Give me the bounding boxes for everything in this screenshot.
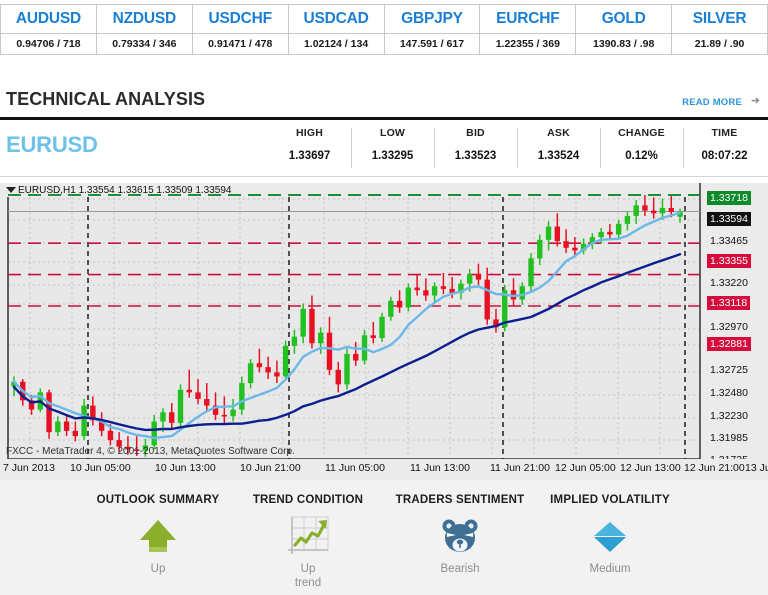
stat-change-value: 0.12% bbox=[625, 150, 658, 162]
stat-time: TIME 08:07:22 bbox=[683, 124, 766, 172]
stat-high-value: 1.33697 bbox=[288, 150, 331, 162]
stat-ask: ASK 1.33524 bbox=[517, 124, 600, 172]
stat-high-label: HIGH bbox=[295, 127, 324, 139]
price-axis-label: 1.32881 bbox=[707, 337, 751, 351]
header-divider bbox=[0, 117, 768, 120]
time-axis-label: 12 Jun 21:00 bbox=[684, 462, 745, 474]
ticker-symbol-eurchf[interactable]: EURCHF bbox=[479, 4, 577, 34]
ticker-value-usdcad: 1.02124 / 134 bbox=[287, 33, 385, 55]
indicator-title: OUTLOOK SUMMARY bbox=[96, 494, 220, 506]
stat-change: CHANGE 0.12% bbox=[600, 124, 683, 172]
market-ticker-table: AUDUSD NZDUSD USDCHF USDCAD GBPJPY EURCH… bbox=[0, 4, 768, 55]
ticker-value-eurchf: 1.22355 / 369 bbox=[479, 33, 577, 55]
price-axis-label: 1.33465 bbox=[710, 235, 748, 247]
ticker-value-gold: 1390.83 / .98 bbox=[575, 33, 673, 55]
section-header: TECHNICAL ANALYSIS READ MORE ➜ bbox=[0, 88, 768, 118]
pair-title: EURUSD bbox=[6, 132, 98, 157]
price-axis-label: 1.32230 bbox=[710, 410, 748, 422]
quote-summary: EURUSD HIGH 1.33697 LOW 1.33295 BID 1.33… bbox=[0, 121, 768, 175]
candlestick-chart-canvas bbox=[0, 183, 768, 480]
stat-change-label: CHANGE bbox=[618, 127, 665, 139]
stat-bid-value: 1.33523 bbox=[454, 150, 497, 162]
stat-ask-label: ASK bbox=[547, 127, 570, 139]
quote-divider bbox=[0, 176, 768, 177]
ticker-symbol-nzdusd[interactable]: NZDUSD bbox=[95, 4, 193, 34]
time-axis-label: 11 Jun 05:00 bbox=[325, 462, 385, 474]
ticker-value-audusd: 0.94706 / 718 bbox=[0, 33, 97, 55]
price-axis-label: 1.33220 bbox=[710, 277, 748, 289]
time-axis-label: 13 Jun 05:00 bbox=[745, 462, 768, 474]
ticker-value-usdchf: 0.91471 / 478 bbox=[191, 33, 289, 55]
stat-high: HIGH 1.33697 bbox=[268, 124, 351, 172]
quote-stats: HIGH 1.33697 LOW 1.33295 BID 1.33523 ASK… bbox=[268, 124, 768, 172]
bear-icon bbox=[434, 514, 486, 560]
stat-low: LOW 1.33295 bbox=[351, 124, 434, 172]
indicator-value-line2: trend bbox=[294, 577, 322, 589]
time-axis-label: 12 Jun 05:00 bbox=[555, 462, 616, 474]
price-axis-label: 1.32970 bbox=[710, 321, 748, 333]
price-axis-label: 1.33118 bbox=[707, 296, 751, 310]
stat-low-value: 1.33295 bbox=[371, 150, 414, 162]
arrow-right-icon: ➜ bbox=[750, 95, 760, 107]
ticker-value-nzdusd: 0.79334 / 346 bbox=[95, 33, 193, 55]
triangle-down-icon[interactable] bbox=[6, 187, 16, 193]
ticker-symbol-audusd[interactable]: AUDUSD bbox=[0, 4, 97, 34]
price-axis-label: 1.32725 bbox=[710, 364, 748, 376]
time-axis-label: 11 Jun 21:00 bbox=[490, 462, 550, 474]
page-title: TECHNICAL ANALYSIS bbox=[6, 89, 206, 109]
time-axis-label: 7 Jun 2013 bbox=[3, 462, 55, 474]
price-chart[interactable]: EURUSD,H1 1.33554 1.33615 1.33509 1.3359… bbox=[0, 183, 768, 480]
ticker-symbol-usdchf[interactable]: USDCHF bbox=[191, 4, 289, 34]
ticker-value-silver: 21.89 / .90 bbox=[671, 33, 768, 55]
ticker-symbol-silver[interactable]: SILVER bbox=[671, 4, 768, 34]
indicator-value: Medium bbox=[589, 563, 631, 575]
price-axis-label: 1.33355 bbox=[707, 254, 751, 268]
ticker-value-row: 0.94706 / 718 0.79334 / 346 0.91471 / 47… bbox=[0, 33, 768, 55]
ticker-symbol-usdcad[interactable]: USDCAD bbox=[287, 4, 385, 34]
indicator-value: Up bbox=[150, 563, 166, 575]
indicator-value: Bearish bbox=[440, 563, 480, 575]
price-axis-label: 1.31985 bbox=[710, 432, 748, 444]
indicator-title: TRADERS SENTIMENT bbox=[395, 494, 525, 506]
time-axis: 7 Jun 2013 10 Jun 05:00 10 Jun 13:00 10 Jun… bbox=[0, 459, 768, 480]
time-axis-label: 10 Jun 13:00 bbox=[155, 462, 216, 474]
up-trend-chart-icon bbox=[282, 514, 334, 560]
stat-bid-label: BID bbox=[466, 127, 485, 139]
price-axis-label: 1.33594 bbox=[707, 212, 751, 226]
technical-analysis-page: AUDUSD NZDUSD USDCHF USDCAD GBPJPY EURCH… bbox=[0, 0, 768, 595]
stat-bid: BID 1.33523 bbox=[434, 124, 517, 172]
ticker-symbol-gbpjpy[interactable]: GBPJPY bbox=[383, 4, 481, 34]
indicator-title: TREND CONDITION bbox=[252, 494, 364, 506]
diamond-icon bbox=[584, 514, 636, 560]
indicator-value-line1: Up bbox=[300, 563, 316, 575]
time-axis-label: 10 Jun 05:00 bbox=[70, 462, 131, 474]
ticker-symbol-row: AUDUSD NZDUSD USDCHF USDCAD GBPJPY EURCH… bbox=[0, 4, 768, 34]
price-axis-label: 1.33718 bbox=[707, 191, 751, 205]
time-axis-label: 11 Jun 13:00 bbox=[410, 462, 470, 474]
up-arrow-icon bbox=[132, 514, 184, 560]
ticker-value-gbpjpy: 147.591 / 617 bbox=[383, 33, 481, 55]
price-axis-label: 1.32480 bbox=[710, 387, 748, 399]
stat-low-label: LOW bbox=[379, 127, 406, 139]
stat-ask-value: 1.33524 bbox=[537, 150, 580, 162]
indicator-value: Up trend bbox=[228, 562, 388, 590]
time-axis-label: 10 Jun 21:00 bbox=[240, 462, 301, 474]
chart-credit: FXCC - MetaTrader 4, © 2001-2013, MetaQu… bbox=[6, 446, 295, 457]
time-axis-label: 12 Jun 13:00 bbox=[620, 462, 681, 474]
indicator-title: IMPLIED VOLATILITY bbox=[550, 494, 670, 506]
stat-time-label: TIME bbox=[711, 127, 738, 139]
ticker-symbol-gold[interactable]: GOLD bbox=[575, 4, 673, 34]
read-more-link[interactable]: READ MORE bbox=[682, 97, 742, 108]
chart-title: EURUSD,H1 1.33554 1.33615 1.33509 1.3359… bbox=[18, 185, 232, 196]
stat-time-value: 08:07:22 bbox=[701, 150, 748, 162]
indicator-panel: OUTLOOK SUMMARY Up TREND CONDITION Up tr… bbox=[0, 480, 768, 595]
